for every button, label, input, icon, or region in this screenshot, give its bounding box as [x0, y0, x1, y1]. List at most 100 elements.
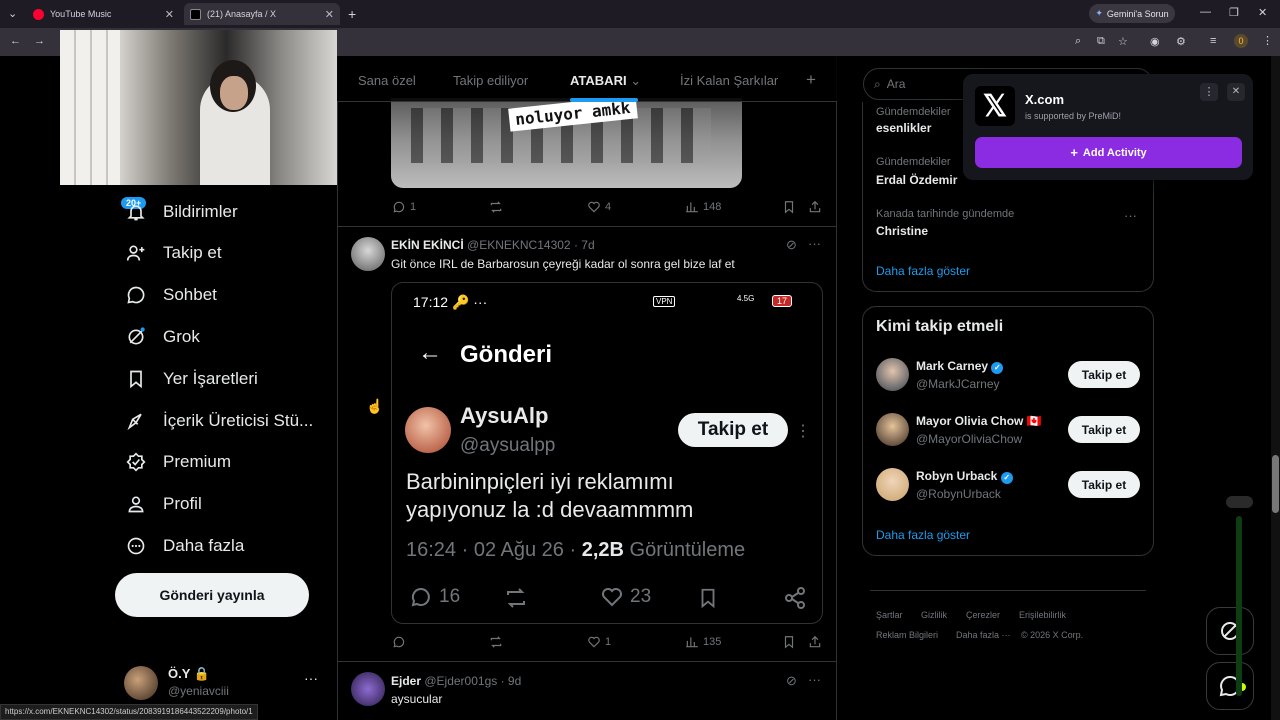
back-icon[interactable]: ← — [10, 35, 21, 47]
extensions-icon[interactable]: ⚙ — [1176, 35, 1186, 48]
bookmark-button[interactable] — [782, 635, 800, 649]
nav-more[interactable]: Daha fazla — [125, 529, 244, 563]
author-handle[interactable]: @Ejder001gs — [424, 674, 497, 688]
youtube-music-icon — [33, 8, 44, 20]
add-tab-icon[interactable]: + — [806, 70, 816, 90]
like-button[interactable]: 4 — [587, 200, 611, 214]
show-more-trends[interactable]: Daha fazla göster — [876, 264, 970, 278]
footer-cookies[interactable]: Çerezler — [966, 610, 1000, 620]
footer-more[interactable]: Daha fazla ··· — [956, 630, 1011, 640]
post-media-screenshot[interactable]: 17:12 🔑 ··· VPN 4.5G 17 ← Gönderi AysuAl… — [391, 282, 823, 624]
nav-chat[interactable]: Sohbet — [125, 278, 217, 312]
grok-chat-button[interactable] — [1206, 607, 1254, 655]
avatar[interactable] — [876, 468, 909, 501]
nav-bookmarks[interactable]: Yer İşaretleri — [125, 362, 258, 396]
star-icon[interactable]: ☆ — [1118, 35, 1128, 48]
grok-explain-icon[interactable]: ⊘ — [786, 237, 797, 253]
media-icon[interactable]: ≡ — [1210, 35, 1216, 47]
close-icon[interactable]: ✕ — [325, 8, 334, 21]
grok-explain-icon[interactable]: ⊘ — [786, 673, 797, 689]
tab-x[interactable]: (21) Anasayfa / X ✕ — [184, 3, 340, 25]
avatar[interactable] — [351, 672, 385, 706]
author-handle[interactable]: @EKNEKNC14302 — [467, 238, 571, 252]
suggestion-name[interactable]: Robyn Urback ✓ — [916, 469, 1013, 484]
views-button[interactable]: 148 — [685, 200, 721, 214]
gemini-button[interactable]: ✦ Gemini'a Sorun — [1089, 4, 1175, 23]
follow-button[interactable]: Takip et — [1068, 416, 1140, 443]
trend-title[interactable]: Christine — [876, 224, 928, 238]
repost-button[interactable] — [488, 635, 508, 649]
scrollbar-thumb[interactable] — [1272, 455, 1279, 513]
tab-search-icon[interactable]: ⌄ — [8, 7, 17, 20]
trend-title[interactable]: Erdal Özdemir — [876, 173, 957, 187]
tab-following[interactable]: Takip ediliyor — [453, 73, 528, 88]
screenshot-text-line2: yapıyonuz la :d devaammmm — [406, 497, 694, 522]
footer-terms[interactable]: Şartlar — [876, 610, 903, 620]
reply-button[interactable] — [392, 635, 410, 649]
show-more-suggestions[interactable]: Daha fazla göster — [876, 528, 970, 542]
bookmark-button[interactable] — [782, 200, 800, 214]
add-activity-button[interactable]: + Add Activity — [975, 137, 1242, 168]
avatar[interactable] — [876, 413, 909, 446]
repost-button[interactable] — [488, 200, 508, 214]
account-more-icon[interactable]: ··· — [304, 670, 318, 686]
zoom-icon[interactable]: ⌕ — [1075, 35, 1081, 48]
views-button[interactable]: 135 — [685, 635, 721, 649]
extension-badge[interactable]: 0 — [1234, 34, 1248, 48]
suggestion-name[interactable]: Mark Carney ✓ — [916, 359, 1004, 374]
tab-atabari[interactable]: ATABARI ⌄ — [570, 73, 641, 89]
reply-button[interactable]: 1 — [392, 200, 416, 214]
suggestion-name[interactable]: Mayor Olivia Chow 🇨🇦 — [916, 414, 1042, 428]
nav-profile[interactable]: Profil — [125, 487, 202, 521]
menu-icon[interactable]: ⋮ — [1262, 34, 1273, 47]
account-switcher[interactable]: Ö.Y 🔒 @yeniavciii ··· — [124, 662, 324, 702]
suggestion-handle[interactable]: @MarkJCarney — [916, 377, 1000, 391]
new-tab-icon[interactable]: + — [348, 6, 356, 22]
nav-creator-studio[interactable]: İçerik Üreticisi Stü... — [125, 404, 313, 438]
volume-slider-track[interactable] — [1236, 516, 1242, 696]
avatar[interactable] — [876, 358, 909, 391]
footer-ads-info[interactable]: Reklam Bilgileri — [876, 630, 938, 640]
share-button[interactable] — [808, 200, 826, 214]
nav-notifications[interactable]: Bildirimler — [125, 195, 238, 229]
minimize-icon[interactable]: — — [1200, 6, 1211, 18]
maximize-icon[interactable]: ❐ — [1229, 6, 1239, 19]
footer-accessibility[interactable]: Erişilebilirlik — [1019, 610, 1066, 620]
like-button[interactable]: 1 — [587, 635, 611, 649]
tab-for-you[interactable]: Sana özel — [358, 73, 416, 88]
tab-izi-kalan[interactable]: İzi Kalan Şarkılar — [680, 73, 778, 88]
post-media-image[interactable]: noluyor amkk — [391, 98, 742, 188]
tab-youtube-music[interactable]: YouTube Music ✕ — [27, 3, 180, 25]
trend-more-icon[interactable]: ··· — [1124, 208, 1137, 223]
post-more-icon[interactable]: ··· — [808, 236, 821, 251]
post-button[interactable]: Gönderi yayınla — [115, 573, 309, 617]
popup-menu-icon[interactable]: ⋮ — [1200, 83, 1218, 101]
suggestion-handle[interactable]: @MayorOliviaChow — [916, 432, 1022, 446]
bell-icon — [125, 201, 147, 223]
close-icon[interactable]: ✕ — [165, 8, 174, 21]
follow-button[interactable]: Takip et — [1068, 361, 1140, 388]
share-button[interactable] — [808, 635, 826, 649]
page-scrollbar[interactable] — [1271, 56, 1280, 720]
window-close-icon[interactable]: ✕ — [1258, 6, 1267, 19]
post-time[interactable]: · 7d — [574, 238, 595, 252]
trend-title[interactable]: esenlikler — [876, 121, 931, 135]
post-more-icon[interactable]: ··· — [808, 672, 821, 687]
avatar[interactable] — [351, 237, 385, 271]
author-name[interactable]: EKİN EKİNCİ — [391, 238, 464, 252]
install-icon[interactable]: ⧉ — [1097, 35, 1105, 48]
suggestion-handle[interactable]: @RobynUrback — [916, 487, 1001, 501]
popup-close-icon[interactable]: ✕ — [1227, 83, 1245, 101]
messages-button[interactable] — [1206, 662, 1254, 710]
volume-slider-handle[interactable] — [1226, 496, 1253, 508]
forward-icon[interactable]: → — [34, 35, 45, 47]
incognito-icon[interactable]: ◉ — [1150, 35, 1160, 48]
footer-privacy[interactable]: Gizlilik — [921, 610, 947, 620]
author-name[interactable]: Ejder — [391, 674, 421, 688]
nav-follow[interactable]: Takip et — [125, 236, 222, 270]
post-time[interactable]: · 9d — [501, 674, 522, 688]
nav-premium[interactable]: Premium — [125, 445, 231, 479]
view-count: 148 — [703, 201, 722, 213]
follow-button[interactable]: Takip et — [1068, 471, 1140, 498]
nav-grok[interactable]: Grok — [125, 320, 200, 354]
